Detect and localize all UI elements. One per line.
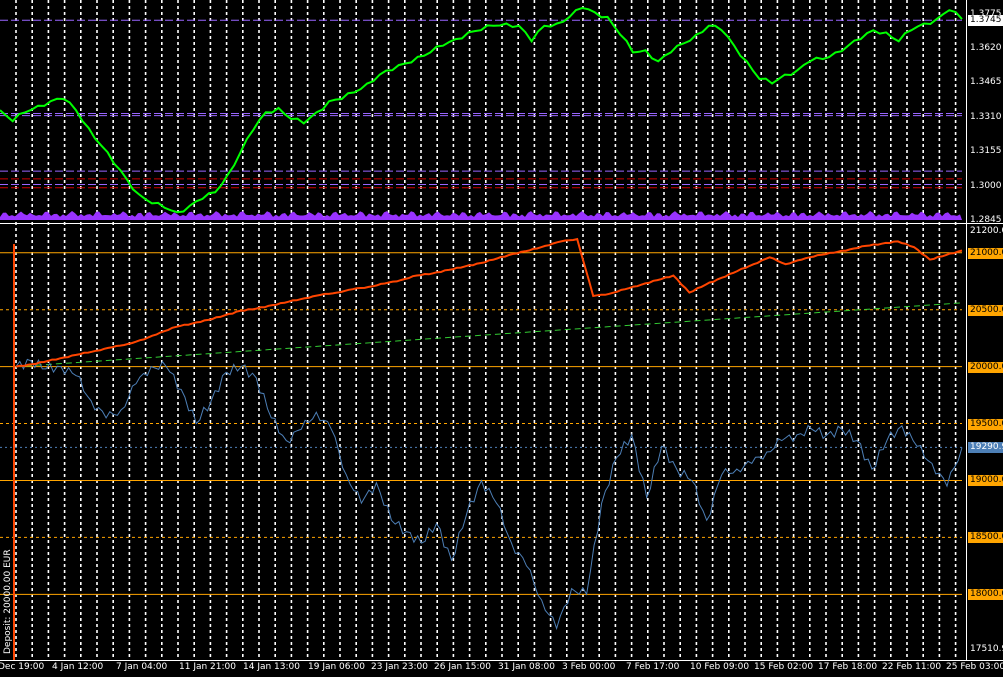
price-tick-label: 1.3000 <box>970 180 1002 191</box>
x-tick-label: 17 Feb 18:00 <box>818 662 878 672</box>
x-tick-label: Dec 19:00 <box>0 662 45 672</box>
x-tick-label: 25 Feb 03:00 <box>946 662 1003 672</box>
x-tick-label: 26 Jan 15:00 <box>434 662 491 672</box>
deposit-label: Deposit: 20000.00 EUR <box>3 549 13 654</box>
x-tick-label: 11 Jan 21:00 <box>179 662 236 672</box>
balance-tick-label: 19500.0 <box>968 418 1003 430</box>
x-tick-label: 3 Feb 00:00 <box>562 662 616 672</box>
balance-tick-label: 21000.0 <box>968 247 1003 259</box>
balance-tick-label: 17510.91 <box>970 644 1003 654</box>
current-price-label: 1.3745 <box>968 15 1003 27</box>
x-tick-label: 31 Jan 08:00 <box>498 662 555 672</box>
x-tick-label: 10 Feb 09:00 <box>690 662 750 672</box>
price-tick-label: 1.3620 <box>970 42 1002 53</box>
current-equity-label: 19290.9 <box>968 442 1003 454</box>
price-tick-label: 1.3465 <box>970 77 1002 88</box>
x-tick-label: 7 Jan 04:00 <box>116 662 168 672</box>
balance-tick-label: 18000.0 <box>968 589 1003 601</box>
x-tick-label: 23 Jan 23:00 <box>371 662 428 672</box>
price-tick-label: 1.3155 <box>970 146 1002 157</box>
balance-tick-label: 21200.07 <box>970 226 1003 236</box>
strategy-tester-chart <box>0 0 1003 677</box>
x-tick-label: 22 Feb 11:00 <box>882 662 942 672</box>
x-tick-label: 7 Feb 17:00 <box>626 662 680 672</box>
balance-tick-label: 20000.0 <box>968 361 1003 373</box>
x-tick-label: 19 Jan 06:00 <box>308 662 365 672</box>
balance-tick-label: 18500.0 <box>968 532 1003 544</box>
x-tick-label: 14 Jan 13:00 <box>243 662 300 672</box>
x-tick-label: 4 Jan 12:00 <box>52 662 104 672</box>
balance-tick-label: 19000.0 <box>968 475 1003 487</box>
balance-tick-label: 20500.0 <box>968 304 1003 316</box>
price-tick-label: 1.2845 <box>970 215 1002 225</box>
x-tick-label: 15 Feb 02:00 <box>754 662 814 672</box>
price-tick-label: 1.3310 <box>970 111 1002 122</box>
